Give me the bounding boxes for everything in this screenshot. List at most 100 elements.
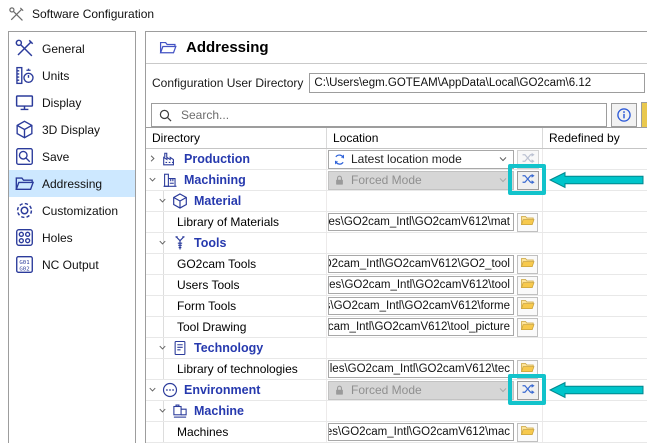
sidebar-item-customization[interactable]: Customization <box>9 197 135 224</box>
chevron-down-icon[interactable] <box>157 195 169 207</box>
column-header-redefined-by[interactable]: Redefined by <box>543 128 647 148</box>
directory-name: Environment <box>184 383 260 397</box>
location-mode-select[interactable]: Forced Mode <box>328 381 514 400</box>
directory-cell: Library of technologies <box>146 359 327 379</box>
location-cell: \GO2cam_Intl\GO2camV612\tool_picture <box>327 317 543 337</box>
table-row-machining[interactable]: MachiningForced Mode <box>146 170 647 191</box>
sidebar-item-label: Holes <box>42 231 73 245</box>
folder-yellow-icon <box>520 213 535 231</box>
sidebar-item-units[interactable]: Units <box>9 62 135 89</box>
shuffle-location-button[interactable] <box>517 381 539 400</box>
sidebar-item-addressing[interactable]: Addressing <box>9 170 135 197</box>
location-path-input[interactable]: n Files\GO2cam_Intl\GO2camV612\forme <box>328 297 514 315</box>
browse-folder-button[interactable] <box>517 255 538 274</box>
directory-name: Tool Drawing <box>177 320 246 334</box>
table-row-tool-drawing[interactable]: Tool Drawing \GO2cam_Intl\GO2camV612\tool… <box>146 317 647 338</box>
location-mode-select[interactable]: Forced Mode <box>328 171 514 190</box>
table-row-production[interactable]: Production Latest location mode <box>146 149 647 170</box>
table-row-environment[interactable]: Environment Forced Mode <box>146 380 647 401</box>
location-cell: les\GO2cam_Intl\GO2camV612\GO2_tool <box>327 254 543 274</box>
sidebar-item-general[interactable]: General <box>9 35 135 62</box>
table-row-form-tools[interactable]: Form Toolsn Files\GO2cam_Intl\GO2camV612… <box>146 296 647 317</box>
column-header-location[interactable]: Location <box>327 128 543 148</box>
chevron-down-icon[interactable] <box>157 237 169 249</box>
config-directory-input[interactable] <box>309 73 645 93</box>
location-path-input[interactable]: les\GO2cam_Intl\GO2camV612\GO2_tool <box>328 255 514 273</box>
browse-folder-button[interactable] <box>517 297 538 316</box>
sidebar-item-3d-display[interactable]: 3D Display <box>9 116 135 143</box>
table-row-library-of-technologies[interactable]: Library of technologiesram Files\GO2cam_… <box>146 359 647 380</box>
chevron-down-icon[interactable] <box>157 405 169 417</box>
table-row-go2cam-tools[interactable]: GO2cam Toolsles\GO2cam_Intl\GO2camV612\G… <box>146 254 647 275</box>
sidebar-item-display[interactable]: Display <box>9 89 135 116</box>
config-directory-label: Configuration User Directory <box>152 76 303 90</box>
location-mode-select[interactable]: Latest location mode <box>328 150 514 169</box>
directory-cell: Users Tools <box>146 275 327 295</box>
table-row-technology[interactable]: Technology <box>146 338 647 359</box>
display-icon <box>14 92 35 113</box>
info-icon <box>616 107 632 123</box>
table-row-users-tools[interactable]: Users Tools am Files\GO2cam_Intl\GO2camV6… <box>146 275 647 296</box>
location-cell: Forced Mode <box>327 380 543 400</box>
holes-icon <box>14 227 35 248</box>
location-path-input[interactable]: am Files\GO2cam_Intl\GO2camV612\mac <box>328 423 514 441</box>
sidebar-item-label: General <box>42 42 85 56</box>
save-icon <box>14 146 35 167</box>
browse-folder-button[interactable] <box>517 423 538 442</box>
tools-icon <box>8 6 25 23</box>
lock-icon <box>333 174 346 187</box>
units-icon <box>14 65 35 86</box>
shuffle-location-button[interactable] <box>517 171 539 190</box>
column-header-directory[interactable]: Directory <box>146 128 327 148</box>
sidebar-item-label: Units <box>42 69 69 83</box>
page-header: Addressing <box>146 32 647 64</box>
sidebar-item-label: 3D Display <box>42 123 100 137</box>
info-button[interactable] <box>611 103 637 127</box>
directory-cell: Production <box>146 149 327 169</box>
search-input[interactable] <box>179 107 600 123</box>
table-row-tools[interactable]: Tools <box>146 233 647 254</box>
redefined-by-cell <box>543 401 647 421</box>
chevron-down-icon[interactable] <box>147 384 159 396</box>
refresh-icon <box>333 153 346 166</box>
chevron-down-icon[interactable] <box>157 342 169 354</box>
sidebar-item-nc-output[interactable]: G01G02NC Output <box>9 251 135 278</box>
browse-folder-button[interactable] <box>517 360 538 379</box>
location-cell <box>327 338 543 358</box>
sidebar: General Units Display 3D Display Save Address… <box>8 31 136 443</box>
browse-folder-button[interactable] <box>517 318 538 337</box>
sidebar-item-label: NC Output <box>42 258 99 272</box>
chevron-right-icon[interactable] <box>147 153 159 165</box>
location-cell <box>327 233 543 253</box>
document-icon <box>171 339 189 357</box>
location-cell: n Files\GO2cam_Intl\GO2camV612\forme <box>327 296 543 316</box>
location-path-input[interactable]: ram Files\GO2cam_Intl\GO2camV612\tec <box>328 360 514 378</box>
sidebar-item-holes[interactable]: Holes <box>9 224 135 251</box>
directory-name: Users Tools <box>177 278 239 292</box>
sidebar-item-label: Addressing <box>42 177 102 191</box>
location-cell <box>327 191 543 211</box>
redefined-by-cell <box>543 296 647 316</box>
folder-yellow-icon <box>520 360 535 378</box>
location-path-input[interactable]: am Files\GO2cam_Intl\GO2camV612\tool <box>328 276 514 294</box>
location-path-input[interactable]: am Files\GO2cam_Intl\GO2camV612\mat <box>328 213 514 231</box>
sidebar-item-save[interactable]: Save <box>9 143 135 170</box>
directory-name: Material <box>194 194 241 208</box>
folder-button-clipped[interactable] <box>641 102 647 128</box>
lock-icon <box>333 384 346 397</box>
browse-folder-button[interactable] <box>517 213 538 232</box>
machining-icon <box>161 171 179 189</box>
table-row-machines[interactable]: Machinesam Files\GO2cam_Intl\GO2camV612\… <box>146 422 647 443</box>
svg-text:G01: G01 <box>19 260 30 266</box>
location-mode-label: Latest location mode <box>351 152 492 166</box>
directory-table: Directory Location Redefined by Producti… <box>146 127 647 443</box>
table-row-material[interactable]: Material <box>146 191 647 212</box>
location-path-input[interactable]: \GO2cam_Intl\GO2camV612\tool_picture <box>328 318 514 336</box>
chevron-down-icon[interactable] <box>147 174 159 186</box>
tap-icon <box>171 234 189 252</box>
search-icon <box>158 108 173 123</box>
table-row-library-of-materials[interactable]: Library of Materialsam Files\GO2cam_Intl… <box>146 212 647 233</box>
folder-yellow-icon <box>520 318 535 336</box>
table-row-machine[interactable]: Machine <box>146 401 647 422</box>
browse-folder-button[interactable] <box>517 276 538 295</box>
